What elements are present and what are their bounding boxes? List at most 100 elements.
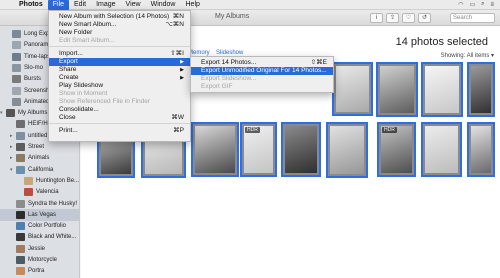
sidebar-item-label: Street xyxy=(28,144,45,150)
photo-thumbnail[interactable] xyxy=(467,122,495,177)
sidebar-item[interactable]: Black and White... xyxy=(0,231,79,243)
sidebar-item[interactable]: ▸ Street xyxy=(0,141,79,153)
sidebar-item-label: Valencia xyxy=(36,189,59,196)
photo-thumbnail[interactable]: HDR xyxy=(377,122,416,177)
album-thumbnail-icon xyxy=(16,199,25,208)
photo-thumbnail[interactable] xyxy=(191,122,239,177)
photo-thumbnail[interactable]: HDR xyxy=(240,122,277,177)
photo-thumbnail[interactable] xyxy=(326,122,368,178)
file-menu-item[interactable]: Close ⌘W xyxy=(49,114,190,122)
battery-icon[interactable]: ▭ xyxy=(469,1,475,8)
sidebar-item-label: Syndra the Husky! xyxy=(28,200,78,207)
album-thumbnail-icon xyxy=(16,267,25,276)
sidebar-item[interactable]: ▾ California xyxy=(0,164,79,176)
file-menu-item[interactable]: New Folder xyxy=(49,29,190,37)
sidebar-item-label: Animated xyxy=(24,98,50,105)
shortcut-label: ⌘W xyxy=(171,114,184,121)
photo-thumbnail[interactable] xyxy=(376,62,418,117)
sidebar-item-label: Las Vegas xyxy=(28,211,57,218)
search-field[interactable]: Search xyxy=(450,13,495,23)
album-thumbnail-icon xyxy=(16,120,25,129)
menu-item-label: Export Slideshow... xyxy=(201,75,257,82)
sidebar-item-label: Slo-mo xyxy=(24,64,44,71)
menu-help[interactable]: Help xyxy=(181,0,205,10)
sidebar-item-label: Portra xyxy=(28,268,45,275)
favorite-button[interactable]: ♡ xyxy=(402,13,415,23)
sidebar-item[interactable]: Motorcycle xyxy=(0,254,79,266)
file-menu-item[interactable]: Export ▶ xyxy=(49,58,190,66)
file-menu-item[interactable]: Create ▶ xyxy=(49,74,190,82)
submenu-arrow-icon: ▶ xyxy=(180,67,184,73)
sidebar-item[interactable]: Color Portfolio xyxy=(0,220,79,232)
menu-file[interactable]: File xyxy=(47,0,70,10)
file-menu-item[interactable]: Share ▶ xyxy=(49,66,190,74)
sidebar-item[interactable]: ▸ Animals xyxy=(0,152,79,164)
album-thumbnail-icon xyxy=(12,97,21,106)
menu-image[interactable]: Image xyxy=(91,0,120,10)
album-thumbnail-icon xyxy=(16,233,25,242)
album-thumbnail-icon xyxy=(16,154,25,163)
showing-filter[interactable]: Showing: All items ▾ xyxy=(441,52,494,59)
file-menu-item: Show in Moment xyxy=(49,90,190,98)
sidebar-item[interactable]: Portra xyxy=(0,265,79,277)
menu-item-label: Share xyxy=(59,66,77,73)
menu-item-label: Create xyxy=(59,74,79,81)
file-menu-item[interactable]: Play Slideshow xyxy=(49,82,190,90)
file-menu-item: Edit Smart Album... xyxy=(49,37,190,45)
status-icons: ◠ ▭ ⌕ ≡ xyxy=(458,1,500,8)
album-thumbnail-icon xyxy=(12,30,21,38)
menu-window[interactable]: Window xyxy=(146,0,181,10)
menu-item-label: Show in Moment xyxy=(59,90,108,97)
sidebar-item[interactable]: Syndra the Husky! xyxy=(0,198,79,210)
menu-item-label: Print... xyxy=(59,127,78,134)
shortcut-label: ⌘P xyxy=(173,127,184,134)
menu-bar: Photos File Edit Image View Window Help … xyxy=(0,0,500,10)
menu-item-label: Play Slideshow xyxy=(59,82,104,89)
photo-thumbnail[interactable] xyxy=(421,62,463,117)
sidebar-item[interactable]: Jessie xyxy=(0,243,79,255)
album-thumbnail-icon xyxy=(16,210,25,219)
sidebar-item-label: Color Portfolio xyxy=(28,223,67,230)
album-thumbnail-icon xyxy=(24,176,33,185)
menu-item-label: Show Referenced File in Finder xyxy=(59,98,151,105)
notification-icon[interactable]: ≡ xyxy=(490,2,494,8)
file-menu-item[interactable]: Import... ⇧⌘I xyxy=(49,50,190,58)
sidebar-item-label: My Albums xyxy=(18,110,48,117)
export-menu-item[interactable]: Export 14 Photos... ⇧⌘E xyxy=(191,59,333,67)
album-thumbnail-icon xyxy=(16,143,25,151)
file-menu-item[interactable]: New Album with Selection (14 Photos) ⌘N xyxy=(49,13,190,21)
photo-thumbnail[interactable] xyxy=(332,62,373,116)
sidebar-item[interactable]: Huntington Be... xyxy=(0,175,79,187)
sidebar-item[interactable]: Valencia xyxy=(0,186,79,198)
photo-thumbnail[interactable] xyxy=(421,122,462,177)
menu-item-label: Export xyxy=(59,58,78,65)
album-thumbnail-icon xyxy=(12,63,21,72)
file-menu-item[interactable]: Consolidate... xyxy=(49,106,190,114)
shortcut-label: ⌘N xyxy=(172,13,184,20)
file-menu-item[interactable]: New Smart Album... ⌥⌘N xyxy=(49,21,190,29)
menu-photos[interactable]: Photos xyxy=(14,0,48,10)
info-button[interactable]: i xyxy=(370,13,383,23)
album-thumbnail-icon xyxy=(24,188,33,197)
album-thumbnail-icon xyxy=(16,131,25,140)
photo-thumbnail[interactable] xyxy=(281,122,321,177)
album-thumbnail-icon xyxy=(12,41,21,50)
export-menu-item[interactable]: Export Unmodified Original For 14 Photos… xyxy=(191,67,333,75)
sidebar-item[interactable]: Las Vegas xyxy=(0,208,79,221)
sidebar-item-label: Jessie xyxy=(28,245,46,252)
share-button[interactable]: ⇪ xyxy=(386,13,399,23)
sidebar-item-label: Motorcycle xyxy=(28,257,58,263)
album-thumbnail-icon xyxy=(16,244,25,253)
menu-item-label: Import... xyxy=(59,50,83,57)
rotate-button[interactable]: ↺ xyxy=(418,13,431,23)
menu-item-label: New Smart Album... xyxy=(59,21,117,28)
submenu-arrow-icon: ▶ xyxy=(180,59,184,65)
wifi-icon[interactable]: ◠ xyxy=(458,1,463,8)
menu-view[interactable]: View xyxy=(121,0,146,10)
file-menu-item: Show Referenced File in Finder xyxy=(49,98,190,106)
file-menu-item[interactable]: Print... ⌘P xyxy=(49,127,190,135)
search-icon[interactable]: ⌕ xyxy=(481,1,484,8)
menu-edit[interactable]: Edit xyxy=(69,0,91,10)
photo-thumbnail[interactable] xyxy=(467,62,495,117)
sidebar-item-label: California xyxy=(28,166,54,173)
